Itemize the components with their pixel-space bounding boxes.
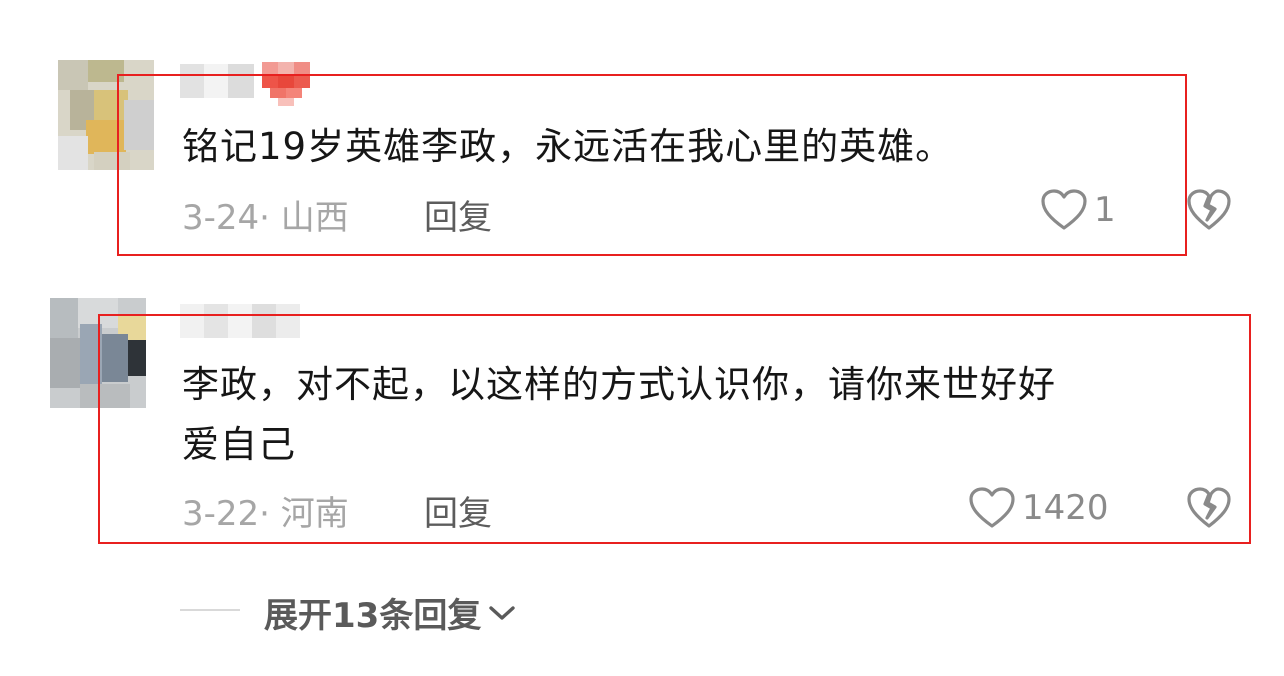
expand-replies-label: 展开13条回复	[264, 596, 482, 636]
chevron-down-icon	[489, 605, 516, 620]
heart-outline-icon	[969, 487, 1015, 528]
like-count: 1420	[1022, 488, 1109, 528]
comment-section: 铭记19岁英雄李政，永远活在我心里的英雄。 3-24· 山西 回复 1 李政，对…	[0, 0, 1284, 676]
expand-divider	[180, 609, 240, 611]
comment-text: 铭记19岁英雄李政，永远活在我心里的英雄。	[182, 125, 954, 168]
dislike-broken-heart-icon[interactable]	[1186, 188, 1232, 232]
comment-date-region: 3-24· 山西	[182, 198, 349, 238]
comment-date-region: 3-22· 河南	[182, 494, 349, 534]
heart-outline-icon	[1041, 189, 1087, 230]
like-button[interactable]: 1	[1040, 188, 1116, 232]
dislike-broken-heart-icon[interactable]	[1186, 486, 1232, 530]
comment-text-line: 李政，对不起，以这样的方式认识你，请你来世好好	[182, 363, 1056, 406]
like-count: 1	[1094, 190, 1116, 230]
expand-replies-button[interactable]: 展开13条回复	[264, 588, 517, 637]
reply-button[interactable]: 回复	[424, 486, 492, 535]
reply-button[interactable]: 回复	[424, 190, 492, 239]
like-button[interactable]: 1420	[968, 486, 1109, 530]
comment-text-line: 爱自己	[182, 423, 296, 466]
